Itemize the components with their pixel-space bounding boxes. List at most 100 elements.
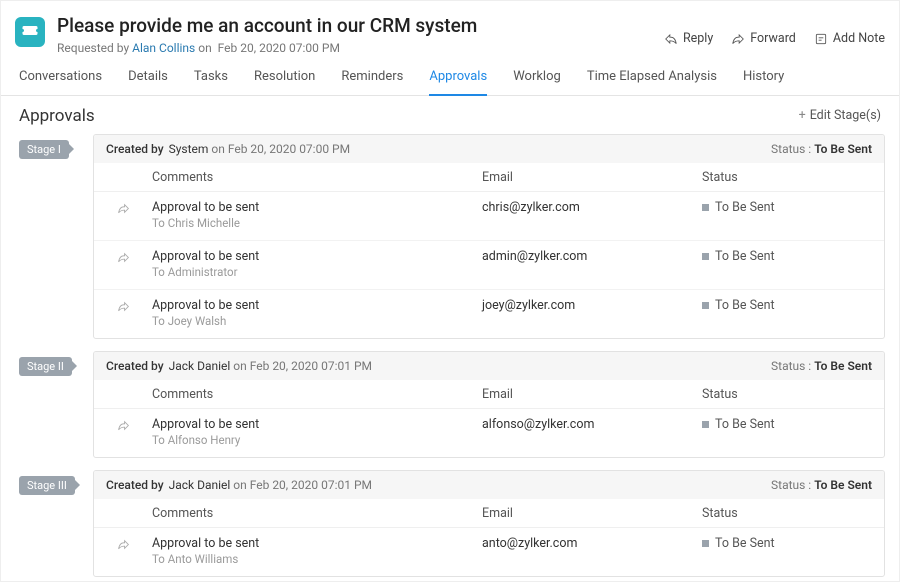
approval-email: alfonso@zylker.com	[482, 417, 702, 432]
stage-on-label: on Feb 20, 2020 07:00 PM	[211, 142, 350, 156]
tab-reminders[interactable]: Reminders	[341, 69, 403, 95]
tab-worklog[interactable]: Worklog	[513, 69, 561, 95]
col-email: Email	[482, 506, 702, 521]
forward-button[interactable]: Forward	[731, 31, 796, 46]
stage-box: Created by Jack Daniel on Feb 20, 2020 0…	[93, 351, 885, 458]
stages-container: Stage I Created by System on Feb 20, 2020…	[1, 134, 899, 577]
approval-status: To Be Sent	[702, 249, 872, 264]
stage-creator: Jack Daniel	[169, 478, 231, 492]
tab-tasks[interactable]: Tasks	[194, 69, 228, 95]
approval-comment: Approval to be sentTo Joey Walsh	[152, 298, 482, 328]
stage-header: Created by Jack Daniel on Feb 20, 2020 0…	[94, 471, 884, 499]
forward-label: Forward	[750, 31, 796, 46]
columns-header: CommentsEmailStatus	[94, 163, 884, 192]
columns-header: CommentsEmailStatus	[94, 380, 884, 409]
col-email: Email	[482, 387, 702, 402]
stage-creator: Jack Daniel	[169, 359, 231, 373]
note-icon	[814, 32, 828, 46]
tab-time-elapsed-analysis[interactable]: Time Elapsed Analysis	[587, 69, 717, 95]
stage-status: Status : To Be Sent	[771, 359, 872, 373]
tabs-bar: Conversations Details Tasks Resolution Remin…	[1, 55, 899, 96]
stage-status: Status : To Be Sent	[771, 142, 872, 156]
approval-row: Approval to be sentTo Joey Walshjoey@zyl…	[94, 290, 884, 338]
approval-status: To Be Sent	[702, 417, 872, 432]
status-square-icon	[702, 204, 709, 211]
requester-link[interactable]: Alan Collins	[132, 41, 195, 55]
approval-comment: Approval to be sentTo Alfonso Henry	[152, 417, 482, 447]
tab-approvals[interactable]: Approvals	[429, 69, 487, 96]
add-note-button[interactable]: Add Note	[814, 31, 885, 46]
ticket-icon	[15, 17, 45, 47]
tab-conversations[interactable]: Conversations	[19, 69, 102, 95]
section-title: Approvals	[19, 106, 95, 126]
stage-badge: Stage I	[19, 140, 69, 159]
approval-recipient: To Chris Michelle	[152, 216, 482, 230]
status-square-icon	[702, 253, 709, 260]
send-icon[interactable]	[94, 298, 152, 317]
reply-button[interactable]: Reply	[664, 31, 713, 46]
send-icon[interactable]	[94, 249, 152, 268]
status-square-icon	[702, 540, 709, 547]
stage-on-label: on Feb 20, 2020 07:01 PM	[233, 359, 372, 373]
reply-label: Reply	[683, 31, 713, 46]
approval-recipient: To Joey Walsh	[152, 314, 482, 328]
reply-icon	[664, 32, 678, 46]
tab-details[interactable]: Details	[128, 69, 168, 95]
status-square-icon	[702, 421, 709, 428]
requested-date: Feb 20, 2020 07:00 PM	[218, 41, 340, 55]
stage-on-label: on Feb 20, 2020 07:01 PM	[233, 478, 372, 492]
approval-status: To Be Sent	[702, 536, 872, 551]
send-icon[interactable]	[94, 417, 152, 436]
stage: Stage I Created by System on Feb 20, 2020…	[19, 134, 885, 339]
columns-header: CommentsEmailStatus	[94, 499, 884, 528]
approval-email: anto@zylker.com	[482, 536, 702, 551]
approval-email: admin@zylker.com	[482, 249, 702, 264]
stage: Stage III Created by Jack Daniel on Feb 2…	[19, 470, 885, 577]
created-by-label: Created by	[106, 142, 164, 156]
approval-status: To Be Sent	[702, 200, 872, 215]
col-status: Status	[702, 506, 872, 521]
requested-on-label: on	[198, 41, 211, 55]
stage-box: Created by System on Feb 20, 2020 07:00 …	[93, 134, 885, 339]
header-actions: Reply Forward Add Note	[664, 31, 885, 46]
edit-stages-button[interactable]: Edit Stage(s)	[799, 108, 881, 123]
approval-recipient: To Administrator	[152, 265, 482, 279]
approval-status: To Be Sent	[702, 298, 872, 313]
approval-comment: Approval to be sentTo Chris Michelle	[152, 200, 482, 230]
status-square-icon	[702, 302, 709, 309]
col-status: Status	[702, 387, 872, 402]
col-status: Status	[702, 170, 872, 185]
approval-row: Approval to be sentTo Alfonso Henryalfon…	[94, 409, 884, 457]
approval-email: joey@zylker.com	[482, 298, 702, 313]
ticket-title: Please provide me an account in our CRM …	[57, 15, 477, 38]
stage-badge: Stage II	[19, 357, 72, 376]
send-icon[interactable]	[94, 200, 152, 219]
ticket-header: Please provide me an account in our CRM …	[1, 1, 899, 55]
approval-recipient: To Anto Williams	[152, 552, 482, 566]
stage: Stage II Created by Jack Daniel on Feb 20…	[19, 351, 885, 458]
approval-comment: Approval to be sentTo Administrator	[152, 249, 482, 279]
forward-icon	[731, 32, 745, 46]
stage-status: Status : To Be Sent	[771, 478, 872, 492]
tab-resolution[interactable]: Resolution	[254, 69, 315, 95]
send-icon[interactable]	[94, 536, 152, 555]
stage-badge: Stage III	[19, 476, 75, 495]
created-by-label: Created by	[106, 359, 164, 373]
approval-row: Approval to be sentTo Chris Michellechri…	[94, 192, 884, 241]
stage-box: Created by Jack Daniel on Feb 20, 2020 0…	[93, 470, 885, 577]
approval-recipient: To Alfonso Henry	[152, 433, 482, 447]
stage-header: Created by Jack Daniel on Feb 20, 2020 0…	[94, 352, 884, 380]
col-comments: Comments	[152, 506, 482, 521]
add-note-label: Add Note	[833, 31, 885, 46]
approval-row: Approval to be sentTo Anto Williamsanto@…	[94, 528, 884, 576]
approval-comment: Approval to be sentTo Anto Williams	[152, 536, 482, 566]
col-comments: Comments	[152, 170, 482, 185]
created-by-label: Created by	[106, 478, 164, 492]
col-email: Email	[482, 170, 702, 185]
ticket-subtitle: Requested by Alan Collins on Feb 20, 202…	[57, 41, 477, 55]
requested-by-label: Requested by	[57, 41, 129, 55]
approval-email: chris@zylker.com	[482, 200, 702, 215]
stage-creator: System	[169, 142, 209, 156]
tab-history[interactable]: History	[743, 69, 784, 95]
approval-row: Approval to be sentTo Administratoradmin…	[94, 241, 884, 290]
